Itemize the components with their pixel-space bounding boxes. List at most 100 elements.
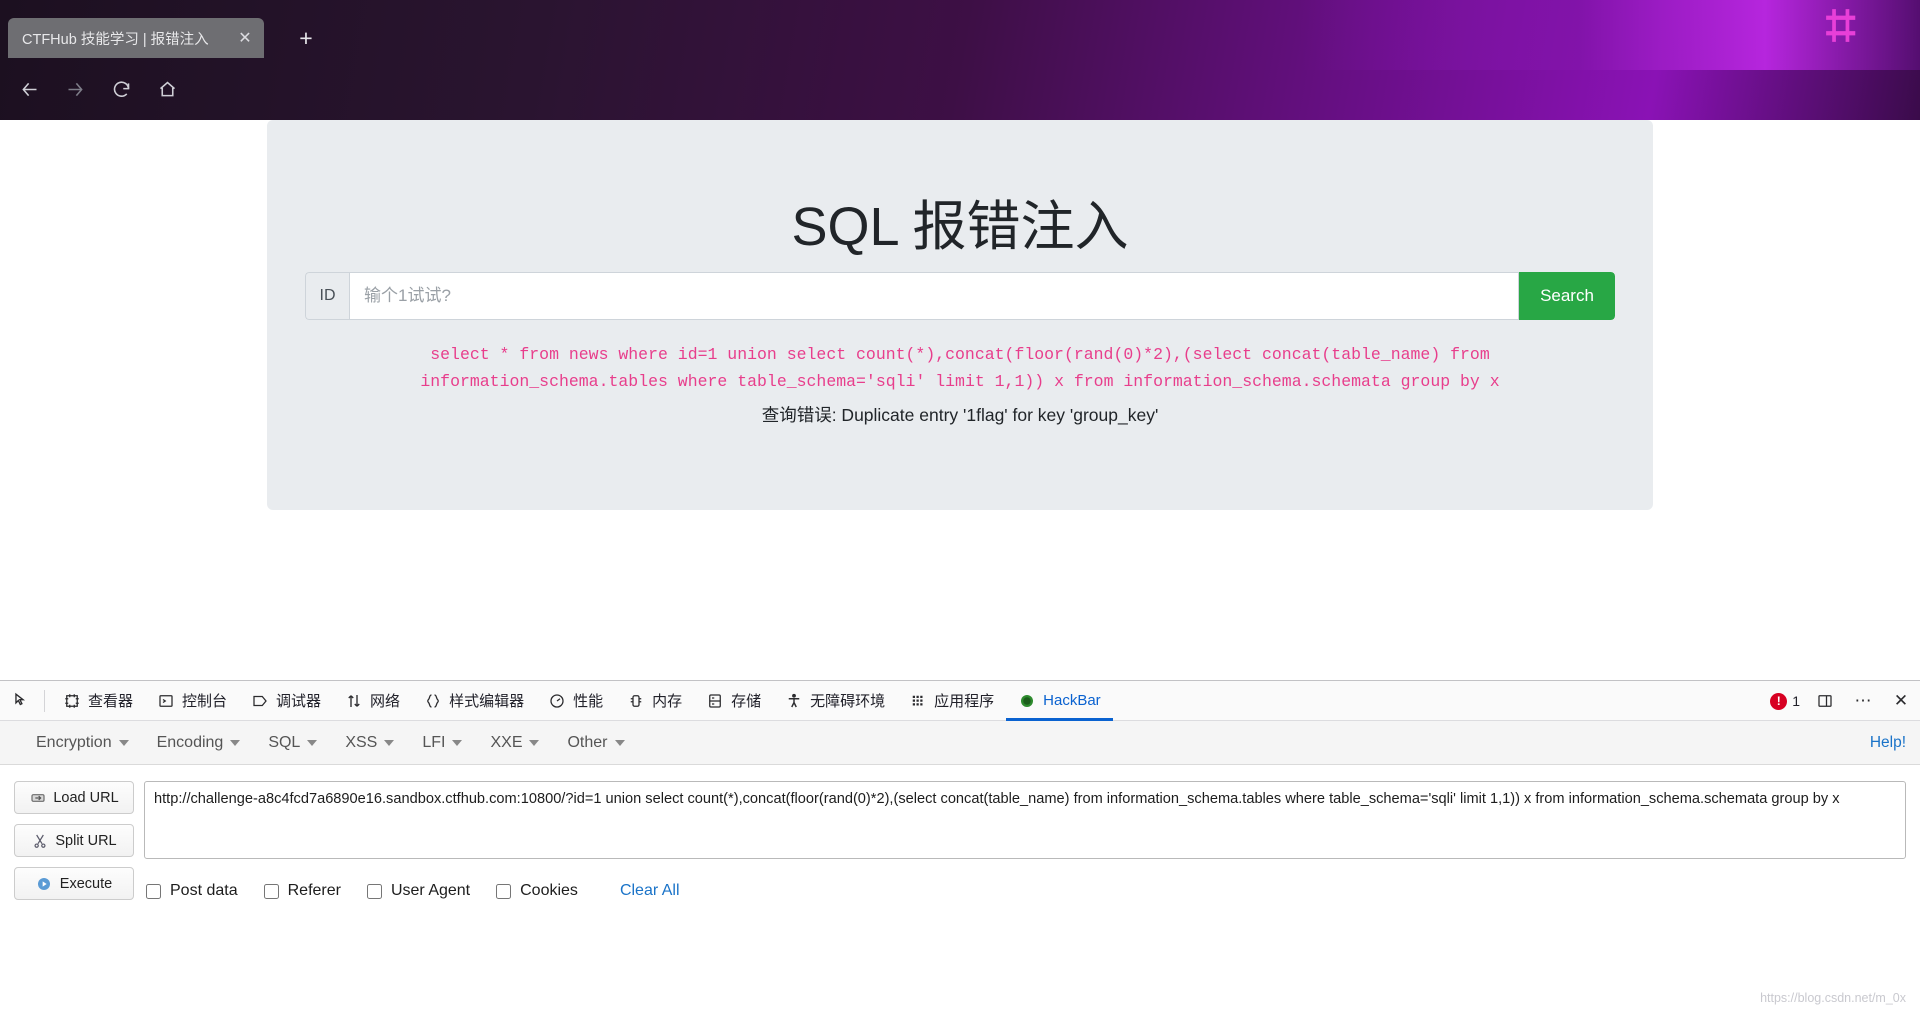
divider xyxy=(44,689,45,712)
user-agent-checkbox[interactable] xyxy=(366,883,382,899)
devtools-tabbar-right: ! 1 ⋯ ✕ xyxy=(1770,681,1914,721)
id-search-form: ID Search xyxy=(305,272,1615,320)
devtools-tab-network[interactable]: 网络 xyxy=(333,681,412,721)
menu-lfi[interactable]: LFI xyxy=(408,729,476,757)
id-label: ID xyxy=(305,272,349,320)
button-label: Load URL xyxy=(53,789,119,806)
hackbar-action-buttons: Load URL Split URL Execute xyxy=(14,781,134,900)
cookies-checkbox[interactable] xyxy=(496,883,512,899)
checkbox-label: Referer xyxy=(287,882,341,899)
menu-encryption[interactable]: Encryption xyxy=(22,729,143,757)
tab-label: 无障碍环境 xyxy=(810,693,886,710)
checkbox-label: User Agent xyxy=(390,882,471,899)
new-tab-button[interactable]: + xyxy=(292,24,320,52)
menu-label: Encryption xyxy=(36,733,112,751)
checkbox-referer[interactable]: Referer xyxy=(263,882,341,900)
memory-icon xyxy=(627,692,645,710)
close-icon[interactable]: ✕ xyxy=(234,27,256,49)
post-data-checkbox[interactable] xyxy=(146,883,161,899)
execute-button[interactable]: Execute xyxy=(14,867,134,900)
url-textarea[interactable] xyxy=(144,781,1906,859)
split-url-icon xyxy=(31,832,48,849)
button-label: Split URL xyxy=(55,832,117,849)
menu-xxe[interactable]: XXE xyxy=(476,729,553,757)
devtools-tab-performance[interactable]: 性能 xyxy=(536,681,615,721)
back-arrow-icon[interactable] xyxy=(12,72,46,106)
chevron-down-icon xyxy=(118,739,129,746)
more-options-icon[interactable]: ⋯ xyxy=(1850,688,1876,714)
web-page-content: SQL 报错注入 ID Search select * from news wh… xyxy=(0,120,1920,680)
watermark-text: https://blog.csdn.net/m_0x xyxy=(1760,991,1906,1005)
tab-label: 应用程序 xyxy=(934,693,995,710)
forward-arrow-icon[interactable] xyxy=(58,72,92,106)
menu-other[interactable]: Other xyxy=(553,729,638,757)
menu-label: Other xyxy=(567,733,608,751)
devtools-tab-storage[interactable]: 存储 xyxy=(694,681,773,721)
accessibility-icon xyxy=(785,692,803,710)
tab-label: 性能 xyxy=(573,693,604,710)
hackbar-body: Load URL Split URL Execute Post dat xyxy=(0,765,1920,900)
menu-label: XXE xyxy=(490,733,523,751)
checkbox-label: Post data xyxy=(170,882,238,899)
tab-label: 调试器 xyxy=(276,693,322,710)
menu-xss[interactable]: XSS xyxy=(331,729,408,757)
devtools-tab-style-editor[interactable]: 样式编辑器 xyxy=(412,681,536,721)
button-label: Execute xyxy=(59,875,113,892)
console-icon xyxy=(157,692,175,710)
chevron-down-icon xyxy=(452,739,463,746)
split-url-button[interactable]: Split URL xyxy=(14,824,134,857)
page-title: SQL 报错注入 xyxy=(791,197,1129,257)
home-icon[interactable] xyxy=(150,72,184,106)
hackbar-options: Post data Referer User Agent Cookies Cle… xyxy=(144,882,1906,900)
application-icon xyxy=(909,692,927,710)
jumbotron-panel: SQL 报错注入 ID Search select * from news wh… xyxy=(267,120,1653,510)
devtools-tabbar: 查看器 控制台 调试器 网络 样式编辑器 性能 内存 存储 无障碍环境 应用程序… xyxy=(0,681,1920,721)
sql-query-output: select * from news where id=1 union sele… xyxy=(420,345,1500,391)
devtools-tab-memory[interactable]: 内存 xyxy=(615,681,694,721)
storage-icon xyxy=(706,692,724,710)
load-url-button[interactable]: Load URL xyxy=(14,781,134,814)
chevron-down-icon xyxy=(230,739,241,746)
devtools-tab-console[interactable]: 控制台 xyxy=(145,681,239,721)
referer-checkbox[interactable] xyxy=(263,883,279,899)
menu-encoding[interactable]: Encoding xyxy=(143,729,255,757)
devtools-tab-accessibility[interactable]: 无障碍环境 xyxy=(773,681,897,721)
tab-label: 控制台 xyxy=(182,693,228,710)
devtools-tab-inspector[interactable]: 查看器 xyxy=(51,681,145,721)
devtools-tab-application[interactable]: 应用程序 xyxy=(897,681,1006,721)
menu-label: XSS xyxy=(345,733,378,751)
search-button[interactable]: Search xyxy=(1519,272,1615,320)
reload-icon[interactable] xyxy=(104,72,138,106)
hackbar-menubar: Encryption Encoding SQL XSS LFI XXE Othe… xyxy=(0,721,1920,765)
tab-label: 存储 xyxy=(731,693,762,710)
dock-panel-icon[interactable] xyxy=(1812,688,1838,714)
devtools-panel: 查看器 控制台 调试器 网络 样式编辑器 性能 内存 存储 无障碍环境 应用程序… xyxy=(0,680,1920,1011)
error-count: 1 xyxy=(1792,693,1800,709)
chevron-down-icon xyxy=(529,739,540,746)
menu-label: SQL xyxy=(268,733,301,751)
error-count-badge[interactable]: ! 1 xyxy=(1770,692,1800,710)
tab-label: 内存 xyxy=(652,693,683,710)
checkbox-post-data[interactable]: Post data xyxy=(146,882,238,900)
close-devtools-icon[interactable]: ✕ xyxy=(1888,688,1914,714)
id-input[interactable] xyxy=(349,272,1519,320)
devtools-tab-hackbar[interactable]: HackBar xyxy=(1006,681,1113,721)
menu-sql[interactable]: SQL xyxy=(254,729,331,757)
checkbox-cookies[interactable]: Cookies xyxy=(496,882,578,900)
query-error-message: 查询错误: Duplicate entry '1flag' for key 'g… xyxy=(761,405,1159,425)
debugger-icon xyxy=(251,692,269,710)
chevron-down-icon xyxy=(384,739,395,746)
checkbox-label: Cookies xyxy=(520,882,578,899)
style-editor-icon xyxy=(424,692,442,710)
tab-strip: CTFHub 技能学习 | 报错注入 ✕ + xyxy=(0,0,1920,58)
clear-all-link[interactable]: Clear All xyxy=(620,882,680,900)
browser-tab[interactable]: CTFHub 技能学习 | 报错注入 ✕ xyxy=(8,18,264,58)
load-url-icon xyxy=(29,789,46,806)
chevron-down-icon xyxy=(307,739,318,746)
help-link[interactable]: Help! xyxy=(1870,734,1906,752)
execute-icon xyxy=(36,875,53,892)
element-picker-icon[interactable] xyxy=(4,684,38,718)
checkbox-user-agent[interactable]: User Agent xyxy=(366,882,471,900)
performance-icon xyxy=(548,692,566,710)
devtools-tab-debugger[interactable]: 调试器 xyxy=(239,681,333,721)
